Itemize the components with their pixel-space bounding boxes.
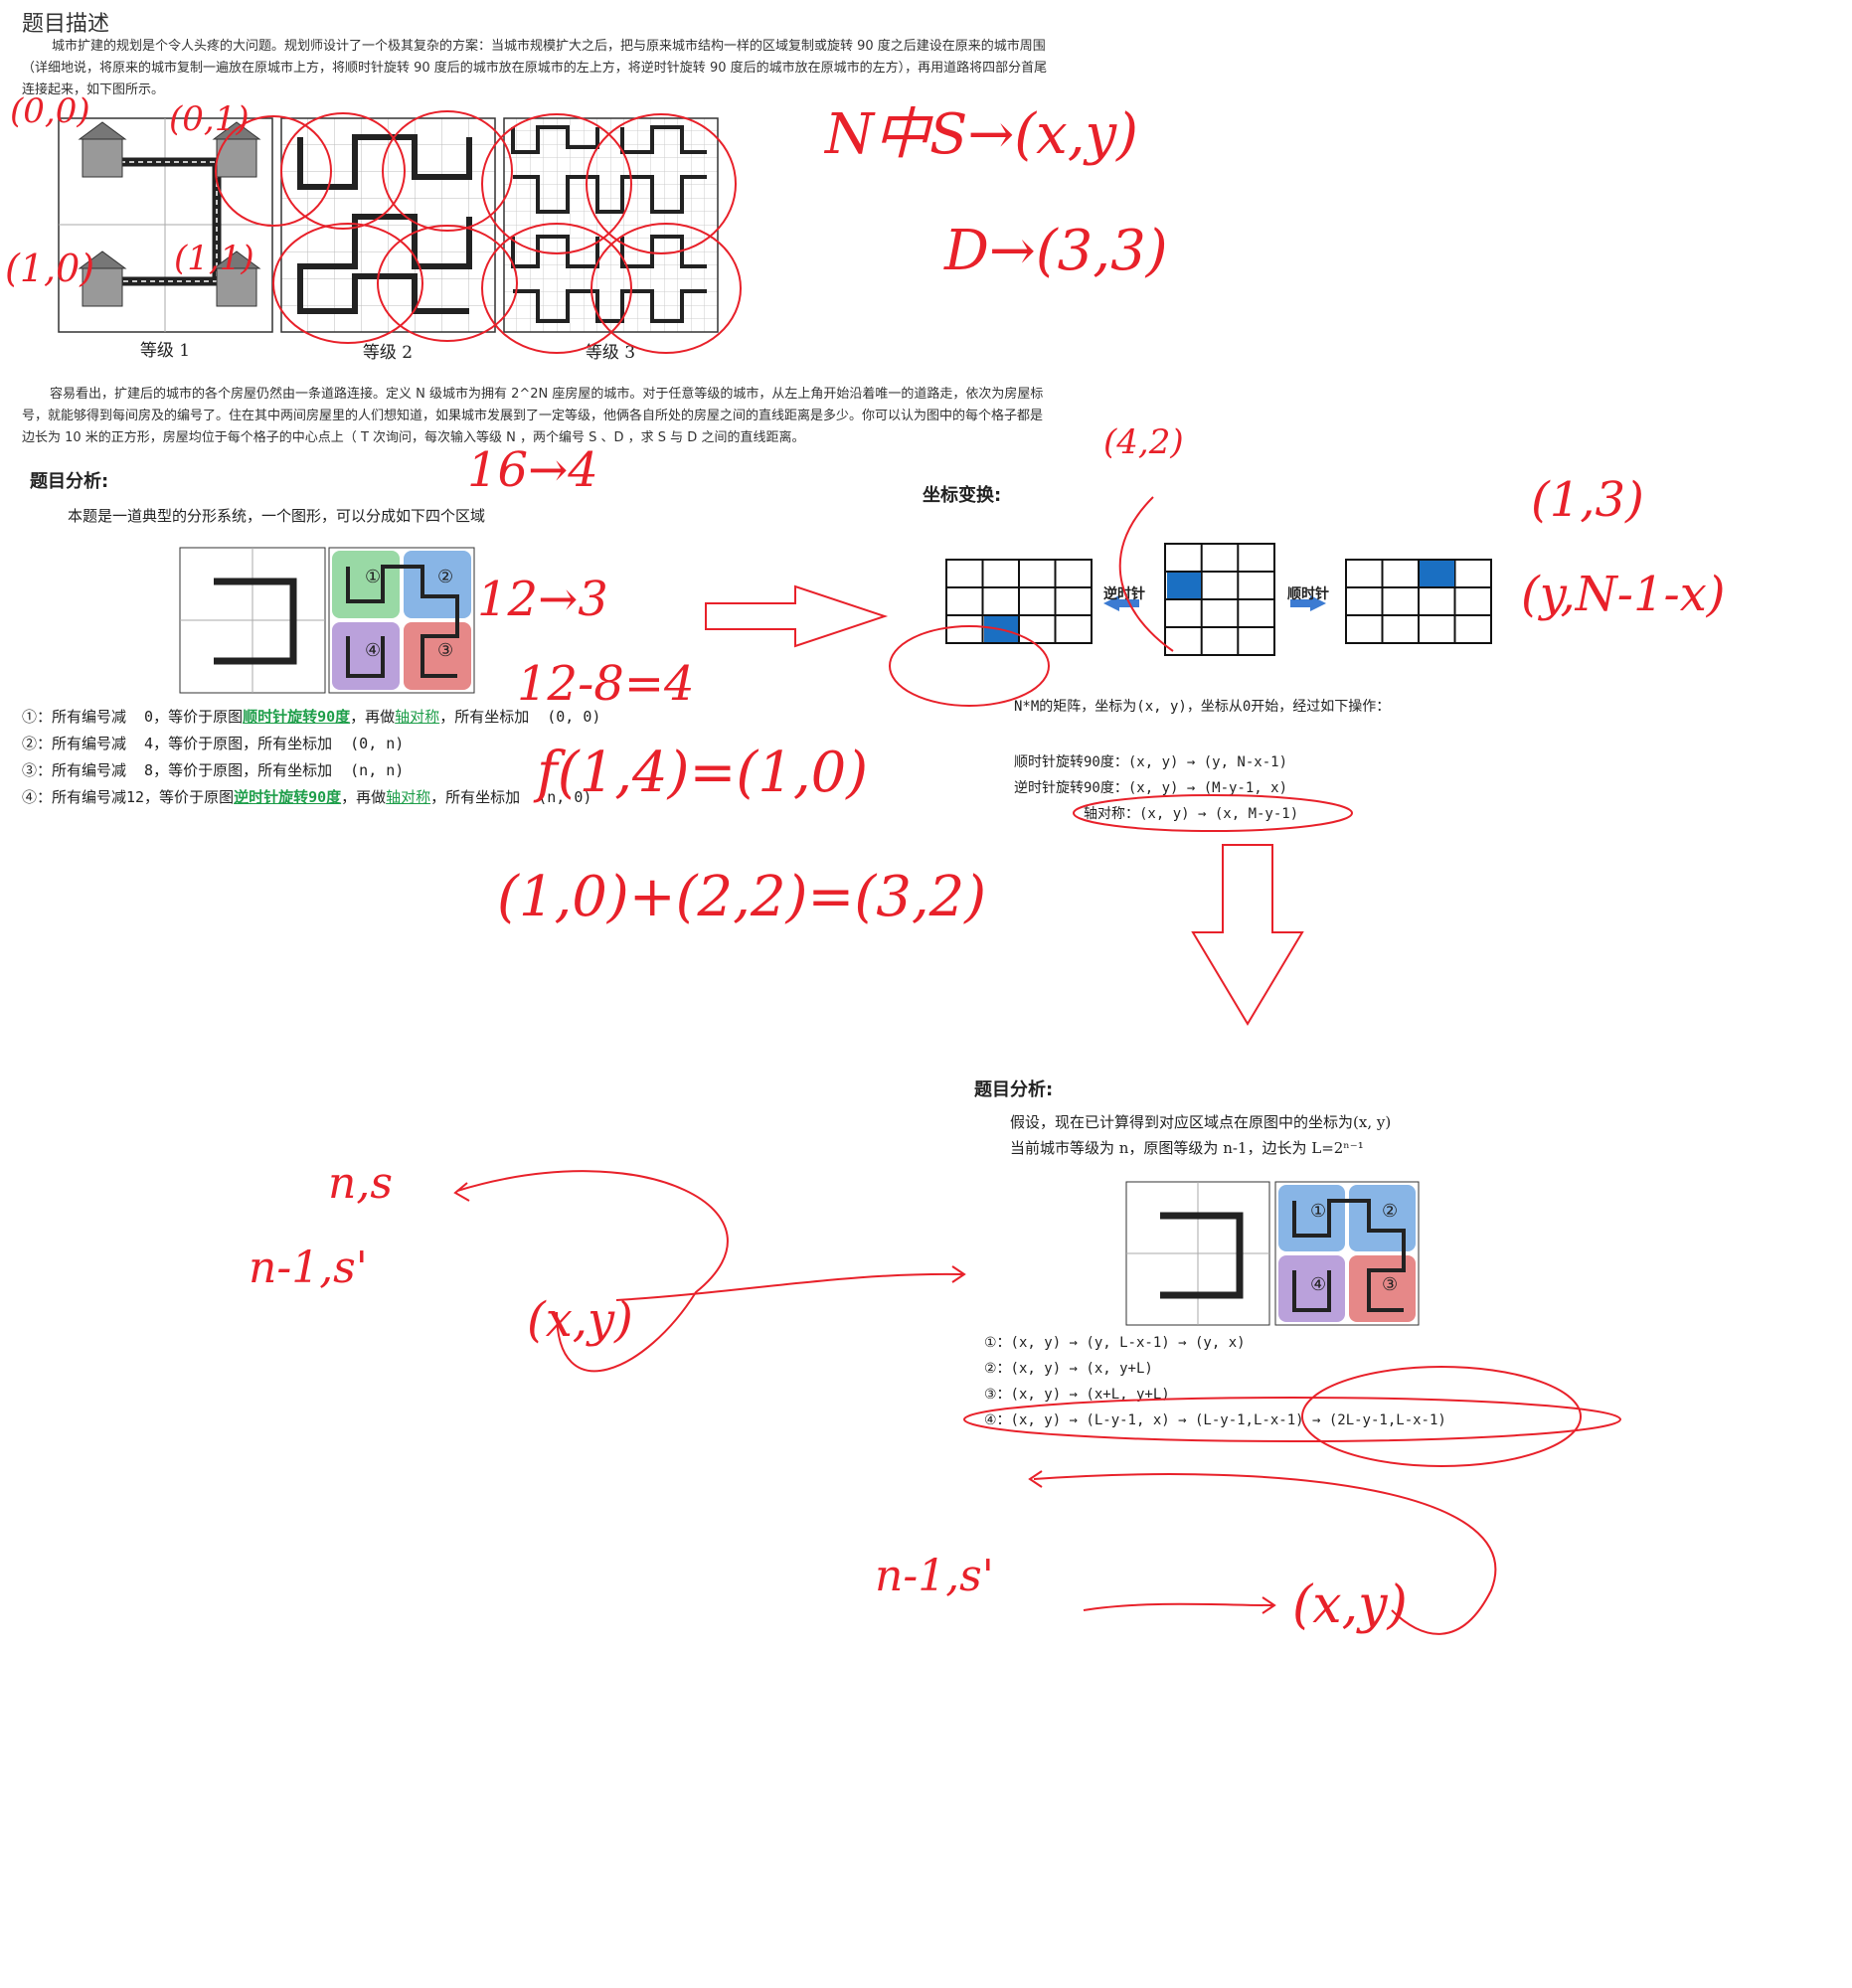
hw-h16: n-1,s' xyxy=(249,1242,368,1293)
level-2-caption: 等级 2 xyxy=(362,343,414,363)
hw-h11: (1,0)+(2,2)=(3,2) xyxy=(497,865,987,929)
region-figure-2: ① ② ③ ④ xyxy=(1125,1181,1424,1330)
analysis2-rule-2: ②：(x, y) → (x, y+L) xyxy=(984,1361,1153,1377)
region-mark-2: ② xyxy=(437,567,454,587)
hw-h18: n-1,s' xyxy=(875,1551,994,1601)
analysis2-rule-3: ③：(x, y) → (x+L, y+L) xyxy=(984,1387,1170,1403)
hw-h12: (4,2) xyxy=(1103,422,1184,462)
transform-figure: 逆时针 顺时针 xyxy=(944,542,1501,661)
para2-line2: 号，就能够得到每间房及的编号了。住在其中两间房屋里的人们想知道，如果城市发展到了… xyxy=(22,409,1044,423)
analysis2-title: 题目分析: xyxy=(974,1079,1054,1100)
para2-line3: 边长为 10 米的正方形，房屋均位于每个格子的中心点上（ T 次询问，每次输入等… xyxy=(22,430,805,445)
analysis-rule-3: ③：所有编号减 8，等价于原图，所有坐标加 (n, n) xyxy=(22,761,405,779)
region2-mark-4: ④ xyxy=(1310,1274,1327,1295)
problem-paragraph-2: 容易看出，扩建后的城市的各个房屋仍然由一条道路连接。定义 N 级城市为拥有 2^… xyxy=(22,384,1115,449)
region2-mark-2: ② xyxy=(1382,1201,1399,1222)
transform-title: 坐标变换: xyxy=(923,485,1002,506)
city-levels-figure xyxy=(58,117,719,356)
hw-h6: D→(3,3) xyxy=(944,219,1168,283)
original-matrix xyxy=(1164,543,1275,656)
para1-line1: 城市扩建的规划是个令人头疼的大问题。规划师设计了一个极其复杂的方案：当城市规模扩… xyxy=(52,39,1046,54)
region-mark-1: ① xyxy=(365,567,382,587)
analysis2-rule-4: ④：(x, y) → (L-y-1, x) → (L-y-1,L-x-1) → … xyxy=(984,1412,1446,1428)
cw-matrix xyxy=(1345,559,1492,644)
para1-line2: （详细地说，将原来的城市复制一遍放在原城市上方，将顺时针旋转 90 度后的城市放… xyxy=(22,61,1048,76)
hw-h7: 16→4 xyxy=(467,442,598,498)
hw-h19: (x,y) xyxy=(1292,1575,1408,1635)
analysis2-line2: 当前城市等级为 n，原图等级为 n-1，边长为 L=2ⁿ⁻¹ xyxy=(1010,1139,1364,1157)
region2-mark-1: ① xyxy=(1310,1201,1327,1222)
hw-h14: (y,N-1-x) xyxy=(1521,567,1726,622)
region-mark-3: ③ xyxy=(437,640,454,661)
cw-label: 顺时针 xyxy=(1287,586,1329,602)
analysis-rule-4: ④：所有编号减12，等价于原图逆时针旋转90度，再做轴对称，所有坐标加 (n, … xyxy=(22,788,592,806)
level-1-grid xyxy=(58,117,273,333)
level-1-caption: 等级 1 xyxy=(139,341,191,361)
level-3-grid xyxy=(503,117,719,333)
analysis-rule-1: ①：所有编号减 0，等价于原图顺时针旋转90度，再做轴对称，所有坐标加 (0, … xyxy=(22,708,601,726)
hw-h5: N中S→(x,y) xyxy=(825,102,1138,167)
transform-desc: N*M的矩阵，坐标为(x, y)，坐标从0开始，经过如下操作： xyxy=(1014,699,1391,715)
hw-h17: (x,y) xyxy=(527,1292,633,1348)
hw-h15: n,s xyxy=(328,1158,393,1209)
ccw-matrix xyxy=(945,559,1093,644)
hw-h8: 12→3 xyxy=(477,572,608,627)
level-2-grid xyxy=(280,117,496,333)
transform-op-mirror: 轴对称：(x, y) → (x, M-y-1) xyxy=(1084,806,1299,822)
region-mark-4: ④ xyxy=(365,640,382,661)
para1-line3: 连接起来，如下图所示。 xyxy=(22,83,165,97)
analysis-title: 题目分析: xyxy=(30,471,109,492)
transform-op-cw: 顺时针旋转90度：(x, y) → (y, N-x-1) xyxy=(1014,754,1288,770)
region-figure: ① ② ③ ④ xyxy=(179,547,477,696)
transform-op-ccw: 逆时针旋转90度：(x, y) → (M-y-1, x) xyxy=(1014,780,1288,796)
para2-line1: 容易看出，扩建后的城市的各个房屋仍然由一条道路连接。定义 N 级城市为拥有 2^… xyxy=(50,387,1044,402)
original-city xyxy=(179,547,326,694)
problem-paragraph-1: 城市扩建的规划是个令人头疼的大问题。规划师设计了一个极其复杂的方案：当城市规模扩… xyxy=(22,36,1115,101)
analysis2-line1: 假设，现在已计算得到对应区域点在原图中的坐标为(x, y) xyxy=(1010,1113,1392,1131)
ccw-label: 逆时针 xyxy=(1103,586,1145,602)
analysis-rule-2: ②：所有编号减 4，等价于原图，所有坐标加 (0, n) xyxy=(22,735,405,752)
hw-h9: 12-8=4 xyxy=(517,656,695,712)
problem-title: 题目描述 xyxy=(22,12,110,37)
analysis-intro: 本题是一道典型的分形系统，一个图形，可以分成如下四个区域 xyxy=(68,507,486,525)
level-3-caption: 等级 3 xyxy=(585,343,636,363)
original-city-2 xyxy=(1125,1181,1270,1326)
hw-h13: (1,3) xyxy=(1531,472,1644,528)
analysis2-rule-1: ①：(x, y) → (y, L-x-1) → (y, x) xyxy=(984,1335,1246,1351)
region2-mark-3: ③ xyxy=(1382,1274,1399,1295)
